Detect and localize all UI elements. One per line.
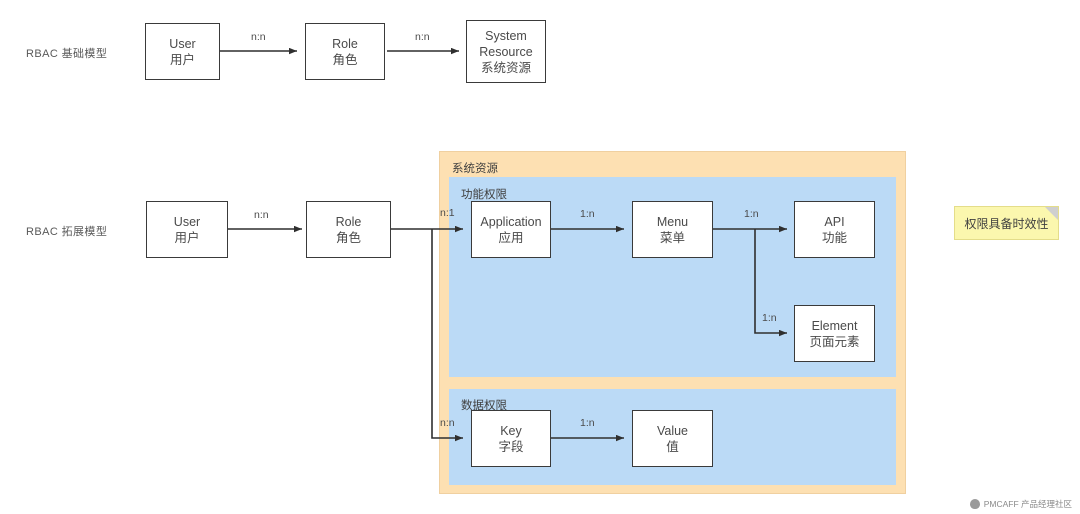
note-permission-validity[interactable]: 权限具备时效性: [954, 206, 1059, 240]
node-application-en: Application: [480, 214, 542, 229]
node-key-cn: 字段: [498, 439, 524, 454]
node-system-resource-cn: 系统资源: [480, 60, 531, 75]
node-value-cn: 值: [666, 439, 679, 454]
edge-label-key-value: 1:n: [580, 417, 595, 429]
edge-label-user-role-basic: n:n: [251, 31, 266, 43]
node-role-extended[interactable]: Role 角色: [306, 201, 391, 258]
node-element[interactable]: Element 页面元素: [794, 305, 875, 362]
node-value-en: Value: [656, 423, 689, 438]
edge-label-role-key: n:n: [440, 417, 455, 429]
node-menu[interactable]: Menu 菜单: [632, 201, 713, 258]
node-user-extended-en: User: [173, 214, 201, 229]
node-user-extended[interactable]: User 用户: [146, 201, 228, 258]
node-application[interactable]: Application 应用: [471, 201, 551, 258]
node-role-extended-en: Role: [335, 214, 362, 229]
pmcaff-logo-icon: [969, 499, 980, 509]
node-api-cn: 功能: [821, 230, 847, 245]
node-value[interactable]: Value 值: [632, 410, 713, 467]
node-api[interactable]: API 功能: [794, 201, 875, 258]
edge-label-role-application: n:1: [440, 207, 455, 219]
node-system-resource-en-line1: System: [485, 28, 527, 43]
node-role-basic[interactable]: Role 角色: [305, 23, 385, 80]
watermark: PMCAFF 产品经理社区: [969, 498, 1072, 510]
node-menu-en: Menu: [656, 214, 689, 229]
node-element-en: Element: [811, 318, 858, 333]
node-user-basic[interactable]: User 用户: [145, 23, 220, 80]
label-rbac-basic-model: RBAC 基础模型: [26, 48, 108, 60]
edge-label-user-role-extended: n:n: [254, 209, 269, 221]
node-menu-cn: 菜单: [659, 230, 685, 245]
edge-label-menu-element: 1:n: [762, 312, 777, 324]
diagram-canvas: 系统资源 功能权限 数据权限 RBAC 基础模型 RBAC 拓展模型 User …: [0, 0, 1080, 514]
node-application-cn: 应用: [498, 230, 524, 245]
edge-label-menu-api: 1:n: [744, 208, 759, 220]
node-role-basic-cn: 角色: [332, 52, 358, 67]
node-user-basic-cn: 用户: [169, 52, 195, 67]
node-user-extended-cn: 用户: [174, 230, 200, 245]
node-system-resource-en-line2: Resource: [479, 44, 533, 59]
node-key[interactable]: Key 字段: [471, 410, 551, 467]
node-user-basic-en: User: [169, 36, 196, 51]
node-role-extended-cn: 角色: [335, 230, 361, 245]
node-role-basic-en: Role: [332, 36, 358, 51]
node-element-cn: 页面元素: [809, 334, 860, 349]
label-rbac-extended-model: RBAC 拓展模型: [26, 226, 108, 238]
watermark-text: PMCAFF 产品经理社区: [983, 499, 1072, 509]
edge-label-role-resource-basic: n:n: [415, 31, 430, 43]
node-key-en: Key: [500, 423, 522, 438]
edge-label-application-menu: 1:n: [580, 208, 595, 220]
node-system-resource-basic[interactable]: System Resource 系统资源: [466, 20, 546, 83]
note-permission-validity-text: 权限具备时效性: [964, 216, 1049, 231]
node-api-en: API: [824, 214, 845, 229]
